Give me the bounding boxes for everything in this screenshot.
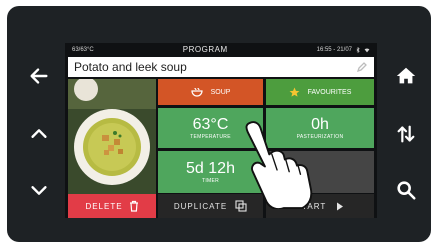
trash-icon — [129, 200, 138, 212]
sort-button[interactable] — [386, 116, 426, 152]
delete-label: DELETE — [85, 201, 123, 211]
search-button[interactable] — [386, 172, 426, 208]
star-icon — [289, 87, 300, 97]
search-icon — [397, 181, 416, 200]
timer-label: TIMER — [201, 177, 220, 184]
back-button[interactable] — [19, 58, 59, 94]
status-bar: 63/63°C PROGRAM 16:55 - 21/07 — [65, 43, 377, 56]
status-clock-group: 16:55 - 21/07 — [316, 46, 370, 53]
timer-value: 5d 12h — [186, 159, 235, 177]
temperature-value: 63°C — [192, 115, 229, 133]
category-favourites-tile[interactable]: FAVOURITES — [266, 79, 374, 105]
home-icon — [396, 67, 416, 84]
scroll-down-button[interactable] — [19, 172, 59, 208]
program-name: Potato and leek soup — [74, 60, 187, 74]
status-temperature: 63/63°C — [72, 46, 94, 53]
arrow-left-icon — [30, 68, 48, 84]
scroll-up-button[interactable] — [19, 116, 59, 152]
category-soup-tile[interactable]: SOUP — [158, 79, 263, 105]
category-favourites-label: FAVOURITES — [307, 88, 352, 96]
edit-pencil-icon[interactable] — [356, 61, 368, 73]
delete-button[interactable]: DELETE — [68, 194, 156, 218]
screen-title: PROGRAM — [182, 45, 228, 54]
temperature-label: TEMPERATURE — [190, 133, 231, 140]
wifi-icon — [364, 47, 370, 52]
program-name-field[interactable]: Potato and leek soup — [68, 57, 374, 77]
bluetooth-icon — [356, 46, 360, 53]
chevron-up-icon — [31, 129, 47, 138]
soup-bowl-icon — [190, 87, 203, 97]
category-soup-label: SOUP — [210, 88, 231, 96]
duplicate-label: DUPLICATE — [173, 201, 228, 211]
sort-arrows-icon — [397, 125, 415, 143]
status-datetime: 16:55 - 21/07 — [316, 46, 352, 53]
chevron-down-icon — [31, 186, 47, 195]
hand-pointer-illustration — [245, 121, 313, 209]
home-button[interactable] — [386, 58, 426, 94]
recipe-photo — [68, 79, 156, 196]
